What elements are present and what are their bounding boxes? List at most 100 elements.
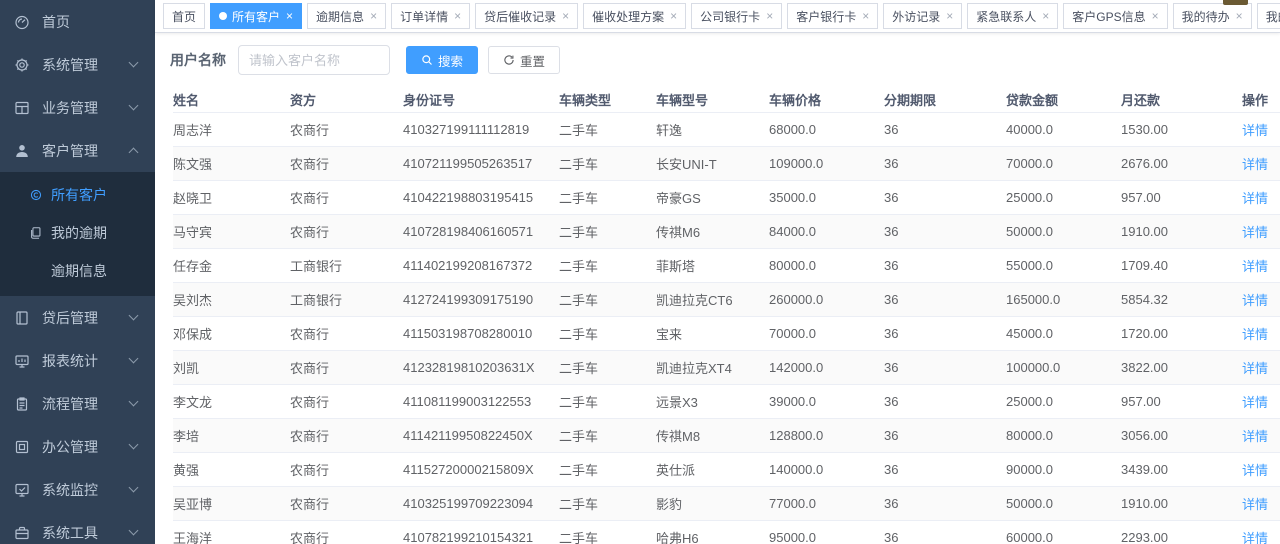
chevron-down-icon <box>129 354 139 364</box>
cell-monthly_payment: 1720.00 <box>1121 316 1242 350</box>
cell-installment_term: 36 <box>884 418 1006 452</box>
sidebar-item-customer-mgmt[interactable]: 客户管理 <box>0 129 155 172</box>
cell-name: 黄强 <box>173 452 290 486</box>
header-tab-13[interactable]: 我的流程× <box>1257 3 1280 29</box>
detail-link[interactable]: 详情 <box>1242 497 1268 512</box>
detail-link[interactable]: 详情 <box>1242 429 1268 444</box>
search-input[interactable] <box>238 45 390 75</box>
tab-label: 外访记录 <box>892 8 940 25</box>
cell-action: 详情 <box>1242 180 1280 214</box>
tab-label: 订单详情 <box>400 8 448 25</box>
close-icon[interactable]: × <box>766 10 773 22</box>
table-row: 周志洋农商行410327199111112819二手车轩逸68000.03640… <box>173 112 1280 146</box>
cell-vehicle_type: 二手车 <box>559 248 656 282</box>
content: 用户名称 搜索 重置 姓名资方身份证号车辆类型车辆型号车辆价格分期 <box>155 33 1280 544</box>
detail-link[interactable]: 详情 <box>1242 531 1268 544</box>
sidebar-item-system-mgmt[interactable]: 系统管理 <box>0 43 155 86</box>
cell-vehicle_price: 80000.0 <box>769 248 884 282</box>
sidebar-item-my-overdue[interactable]: 我的逾期 <box>0 214 155 252</box>
chevron-down-icon <box>129 526 139 536</box>
cell-vehicle_type: 二手车 <box>559 418 656 452</box>
header-tab-6[interactable]: 催收处理方案× <box>583 3 686 29</box>
close-icon[interactable]: × <box>670 10 677 22</box>
header-tab-7[interactable]: 公司银行卡× <box>691 3 782 29</box>
header-tab-9[interactable]: 外访记录 × <box>883 3 962 29</box>
sidebar-item-system-monitor[interactable]: 系统监控 <box>0 468 155 511</box>
sidebar-item-all-customers[interactable]: 所有客户 <box>0 176 155 214</box>
table-row: 邓保成农商行411503198708280010二手车宝来70000.03645… <box>173 316 1280 350</box>
detail-link[interactable]: 详情 <box>1242 157 1268 172</box>
detail-link[interactable]: 详情 <box>1242 395 1268 410</box>
reset-button[interactable]: 重置 <box>488 46 560 74</box>
cell-vehicle_price: 84000.0 <box>769 214 884 248</box>
close-icon[interactable]: × <box>946 10 953 22</box>
sidebar-item-label: 客户管理 <box>42 141 130 161</box>
detail-link[interactable]: 详情 <box>1242 259 1268 274</box>
tab-label: 首页 <box>172 8 196 25</box>
cell-installment_term: 36 <box>884 146 1006 180</box>
close-icon[interactable]: × <box>562 10 569 22</box>
detail-link[interactable]: 详情 <box>1242 191 1268 206</box>
detail-link[interactable]: 详情 <box>1242 123 1268 138</box>
cell-id_number: 412724199309175190 <box>403 282 559 316</box>
chevron-down-icon <box>129 440 139 450</box>
header-tab-8[interactable]: 客户银行卡× <box>787 3 878 29</box>
cell-id_number: 411402199208167372 <box>403 248 559 282</box>
column-header-installment_term: 分期期限 <box>884 87 1006 112</box>
sidebar-subitem-label: 我的逾期 <box>51 223 107 243</box>
sidebar-item-home[interactable]: 首页 <box>0 0 155 43</box>
detail-link[interactable]: 详情 <box>1242 463 1268 478</box>
close-icon[interactable]: × <box>370 10 377 22</box>
close-icon[interactable]: × <box>1042 10 1049 22</box>
cell-action: 详情 <box>1242 282 1280 316</box>
close-icon[interactable]: × <box>1236 10 1243 22</box>
header-tab-11[interactable]: 客户GPS信息× <box>1063 3 1167 29</box>
sidebar-item-process-mgmt[interactable]: 流程管理 <box>0 382 155 425</box>
table-row: 马守宾农商行410728198406160571二手车传祺M684000.036… <box>173 214 1280 248</box>
sidebar: 首页系统管理业务管理客户管理所有客户我的逾期逾期信息贷后管理报表统计流程管理办公… <box>0 0 155 544</box>
cell-vehicle_model: 哈弗H6 <box>656 520 769 544</box>
detail-link[interactable]: 详情 <box>1242 327 1268 342</box>
cell-vehicle_price: 39000.0 <box>769 384 884 418</box>
header-tab-4[interactable]: 订单详情 × <box>391 3 470 29</box>
monitor-icon <box>14 482 30 498</box>
tab-label: 贷后催收记录 <box>484 8 556 25</box>
column-header-id_number: 身份证号 <box>403 87 559 112</box>
cell-vehicle_type: 二手车 <box>559 452 656 486</box>
header-tab-5[interactable]: 贷后催收记录 × <box>475 3 578 29</box>
close-icon[interactable]: × <box>862 10 869 22</box>
detail-link[interactable]: 详情 <box>1242 293 1268 308</box>
copy-icon <box>29 226 43 240</box>
sidebar-item-system-tools[interactable]: 系统工具 <box>0 511 155 544</box>
cell-action: 详情 <box>1242 350 1280 384</box>
close-icon[interactable]: × <box>286 10 293 22</box>
close-icon[interactable]: × <box>454 10 461 22</box>
cell-loan_amount: 25000.0 <box>1006 180 1121 214</box>
cell-installment_term: 36 <box>884 384 1006 418</box>
header-tab-2[interactable]: 所有客户× <box>210 3 302 29</box>
header-tab-1[interactable]: 首页 <box>163 3 205 29</box>
header-tab-12[interactable]: 我的待办× <box>1173 3 1252 29</box>
sidebar-item-office-mgmt[interactable]: 办公管理 <box>0 425 155 468</box>
sidebar-subitem-label: 所有客户 <box>51 185 107 205</box>
detail-link[interactable]: 详情 <box>1242 361 1268 376</box>
cell-funder: 农商行 <box>290 384 403 418</box>
cell-installment_term: 36 <box>884 112 1006 146</box>
cell-funder: 农商行 <box>290 452 403 486</box>
cell-vehicle_price: 109000.0 <box>769 146 884 180</box>
sidebar-item-overdue-info[interactable]: 逾期信息 <box>0 252 155 290</box>
cell-vehicle_model: 传祺M8 <box>656 418 769 452</box>
cell-action: 详情 <box>1242 384 1280 418</box>
sidebar-menu: 首页系统管理业务管理客户管理所有客户我的逾期逾期信息贷后管理报表统计流程管理办公… <box>0 0 155 544</box>
sidebar-item-post-loan-mgmt[interactable]: 贷后管理 <box>0 296 155 339</box>
cell-vehicle_type: 二手车 <box>559 214 656 248</box>
search-button[interactable]: 搜索 <box>406 46 478 74</box>
header-tab-10[interactable]: 紧急联系人× <box>967 3 1058 29</box>
sidebar-item-business-mgmt[interactable]: 业务管理 <box>0 86 155 129</box>
header-tab-3[interactable]: 逾期信息× <box>307 3 386 29</box>
avatar-sliver[interactable] <box>1223 0 1248 5</box>
sidebar-item-report-stats[interactable]: 报表统计 <box>0 339 155 382</box>
detail-link[interactable]: 详情 <box>1242 225 1268 240</box>
close-icon[interactable]: × <box>1152 10 1159 22</box>
cell-funder: 农商行 <box>290 112 403 146</box>
